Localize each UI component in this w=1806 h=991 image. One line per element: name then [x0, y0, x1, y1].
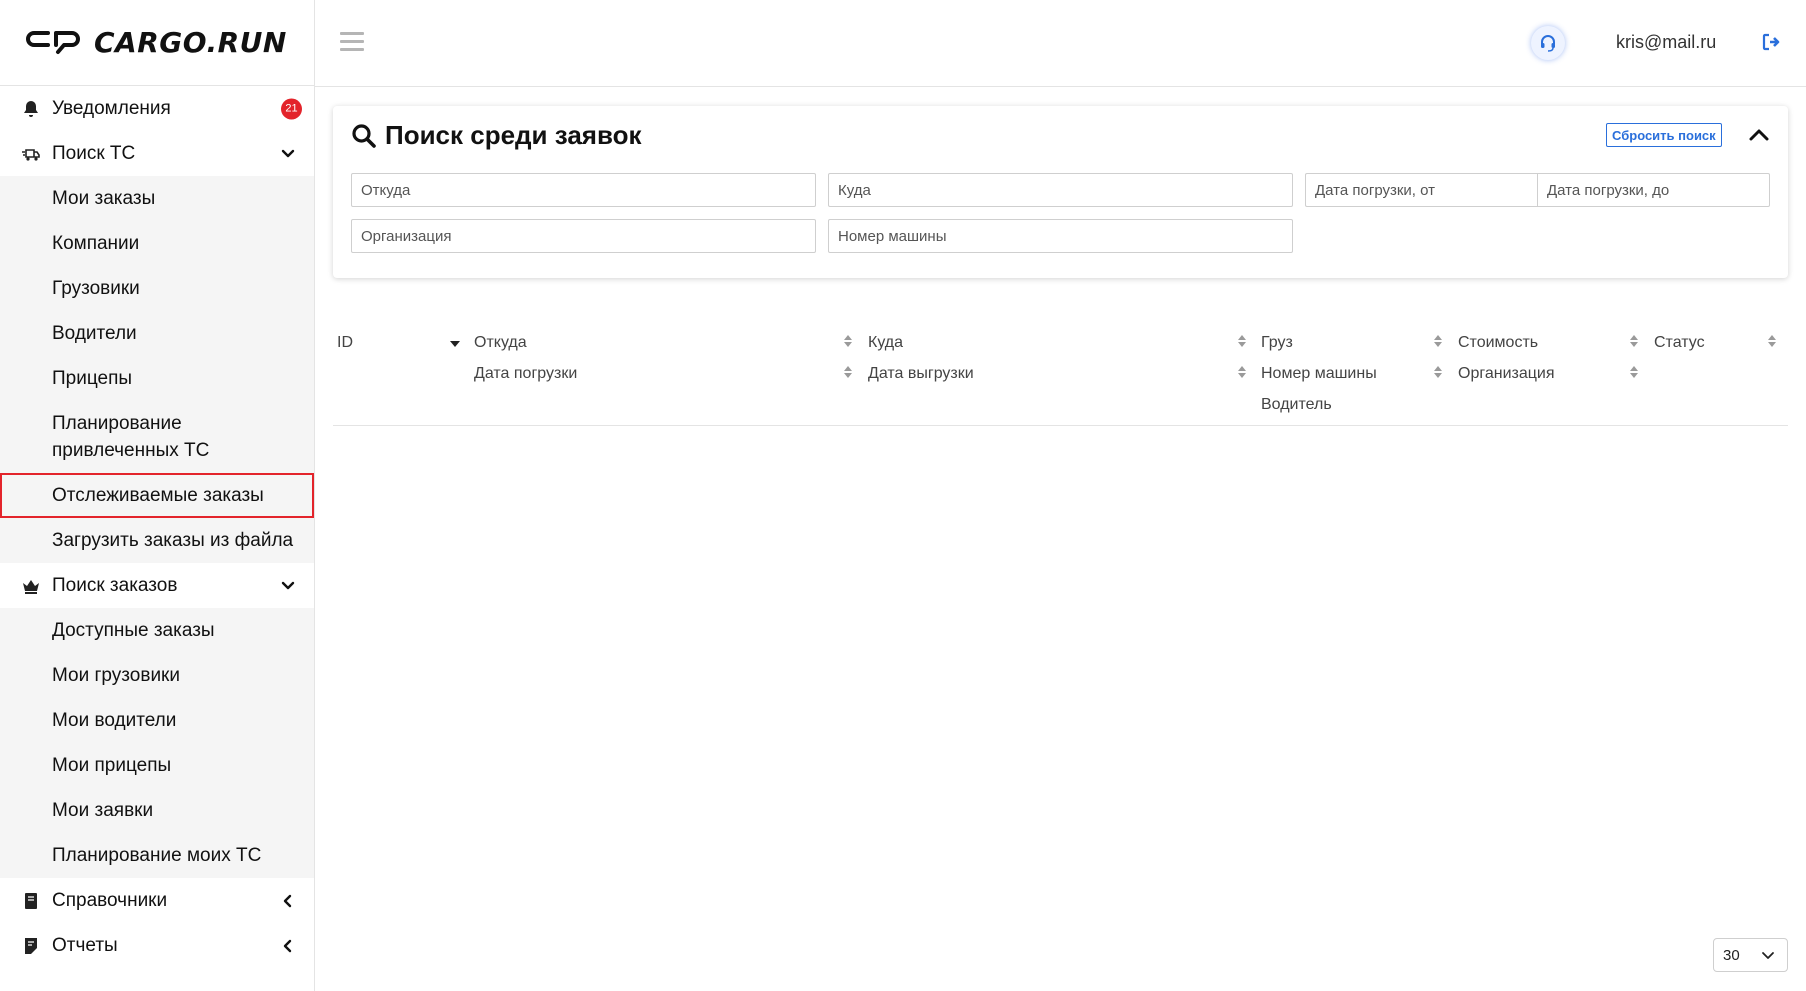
load-date-from-field[interactable]: [1305, 173, 1537, 207]
plate-number-field[interactable]: [828, 219, 1293, 253]
sidebar-item-my-trailers[interactable]: Мои прицепы: [0, 743, 314, 788]
column-driver[interactable]: Водитель: [1261, 396, 1332, 414]
book-icon: [20, 890, 42, 912]
sidebar-item-drivers[interactable]: Водители: [0, 311, 314, 356]
sort-icon[interactable]: [1433, 334, 1443, 348]
sidebar-item-label: Отчеты: [52, 934, 118, 956]
load-date-to-field[interactable]: [1537, 173, 1770, 207]
column-organization[interactable]: Организация: [1458, 365, 1555, 383]
organization-field[interactable]: [351, 219, 816, 253]
sidebar-item-tracked-orders[interactable]: Отслеживаемые заказы: [0, 473, 314, 518]
sidebar: CARGO.RUN Уведомления 21 Поиск ТС Мои за…: [0, 0, 315, 991]
sidebar-item-notifications[interactable]: Уведомления 21: [0, 86, 314, 131]
sidebar-item-label: Справочники: [52, 889, 168, 911]
sidebar-menu-2: Поиск заказов: [0, 563, 314, 608]
vehicle-search-submenu: Мои заказы Компании Грузовики Водители П…: [0, 176, 314, 563]
sidebar-item-my-drivers[interactable]: Мои водители: [0, 698, 314, 743]
sidebar-item-reports[interactable]: Отчеты: [0, 923, 314, 968]
chevron-down-icon: [281, 581, 295, 589]
report-icon: [20, 935, 42, 957]
notifications-badge: 21: [281, 98, 302, 119]
column-cost[interactable]: Стоимость: [1458, 334, 1538, 352]
from-field[interactable]: [351, 173, 816, 207]
sort-icon[interactable]: [1237, 334, 1247, 348]
to-field[interactable]: [828, 173, 1293, 207]
sidebar-item-references[interactable]: Справочники: [0, 878, 314, 923]
bell-icon: [20, 98, 42, 120]
search-title-text: Поиск среди заявок: [385, 120, 642, 150]
sort-icon[interactable]: [1767, 334, 1777, 348]
sidebar-item-upload-orders[interactable]: Загрузить заказы из файла: [0, 518, 314, 563]
sidebar-item-label: Уведомления: [52, 97, 171, 119]
sidebar-item-my-orders[interactable]: Мои заказы: [0, 176, 314, 221]
crown-icon: [20, 575, 42, 597]
sidebar-item-order-search[interactable]: Поиск заказов: [0, 563, 314, 608]
sidebar-item-planning-mine[interactable]: Планирование моих ТС: [0, 833, 314, 878]
sidebar-item-companies[interactable]: Компании: [0, 221, 314, 266]
column-id[interactable]: ID: [337, 334, 353, 352]
sort-icon[interactable]: [1629, 365, 1639, 379]
search-icon: [352, 123, 376, 148]
sidebar-item-my-requests[interactable]: Мои заявки: [0, 788, 314, 833]
sort-icon[interactable]: [1433, 365, 1443, 379]
truck-fast-icon: [20, 143, 42, 165]
sidebar-item-available-orders[interactable]: Доступные заказы: [0, 608, 314, 653]
sidebar-item-my-trucks[interactable]: Мои грузовики: [0, 653, 314, 698]
column-to[interactable]: Куда: [868, 334, 903, 352]
chevron-down-icon: [281, 149, 295, 157]
sidebar-item-vehicle-search[interactable]: Поиск ТС: [0, 131, 314, 176]
sort-desc-icon[interactable]: [449, 340, 461, 348]
sidebar-menu: Уведомления 21 Поиск ТС: [0, 86, 314, 176]
sort-icon[interactable]: [1237, 365, 1247, 379]
column-from[interactable]: Откуда: [474, 334, 527, 352]
support-headset-icon[interactable]: [1531, 26, 1565, 60]
brand-logo[interactable]: CARGO.RUN: [0, 0, 314, 86]
chevron-left-icon: [283, 894, 292, 907]
sort-icon[interactable]: [1629, 334, 1639, 348]
column-unload-date[interactable]: Дата выгрузки: [868, 365, 974, 383]
user-email[interactable]: kris@mail.ru: [1616, 32, 1716, 53]
sidebar-item-label: Поиск ТС: [52, 142, 136, 164]
sidebar-menu-3: Справочники Отчеты: [0, 878, 314, 968]
sidebar-item-planning-attracted[interactable]: Планирование привлеченных ТС: [0, 401, 314, 473]
per-page-select[interactable]: 30: [1713, 938, 1788, 972]
reset-search-button[interactable]: Сбросить поиск: [1606, 123, 1722, 147]
per-page-value: 30: [1723, 946, 1740, 964]
order-search-submenu: Доступные заказы Мои грузовики Мои водит…: [0, 608, 314, 878]
cargo-logo-icon: [26, 30, 80, 54]
brand-name: CARGO.RUN: [94, 26, 287, 59]
search-title: Поиск среди заявок: [351, 120, 642, 151]
orders-table-header: ID Откуда Дата погрузки Куда Дата выгруз…: [333, 318, 1788, 426]
search-panel: Поиск среди заявок Сбросить поиск: [333, 106, 1788, 278]
sidebar-item-trailers[interactable]: Прицепы: [0, 356, 314, 401]
menu-icon[interactable]: [340, 32, 364, 52]
sidebar-item-trucks[interactable]: Грузовики: [0, 266, 314, 311]
top-bar: kris@mail.ru: [315, 0, 1806, 87]
column-plate[interactable]: Номер машины: [1261, 365, 1377, 383]
column-load-date[interactable]: Дата погрузки: [474, 365, 577, 383]
sidebar-item-label: Поиск заказов: [52, 574, 178, 596]
column-status[interactable]: Статус: [1654, 334, 1705, 352]
sort-icon[interactable]: [843, 365, 853, 379]
chevron-up-icon[interactable]: [1748, 124, 1770, 146]
sort-icon[interactable]: [843, 334, 853, 348]
logout-icon[interactable]: [1762, 33, 1782, 51]
chevron-down-icon: [1762, 952, 1774, 959]
chevron-left-icon: [283, 939, 292, 952]
column-cargo[interactable]: Груз: [1261, 334, 1293, 352]
